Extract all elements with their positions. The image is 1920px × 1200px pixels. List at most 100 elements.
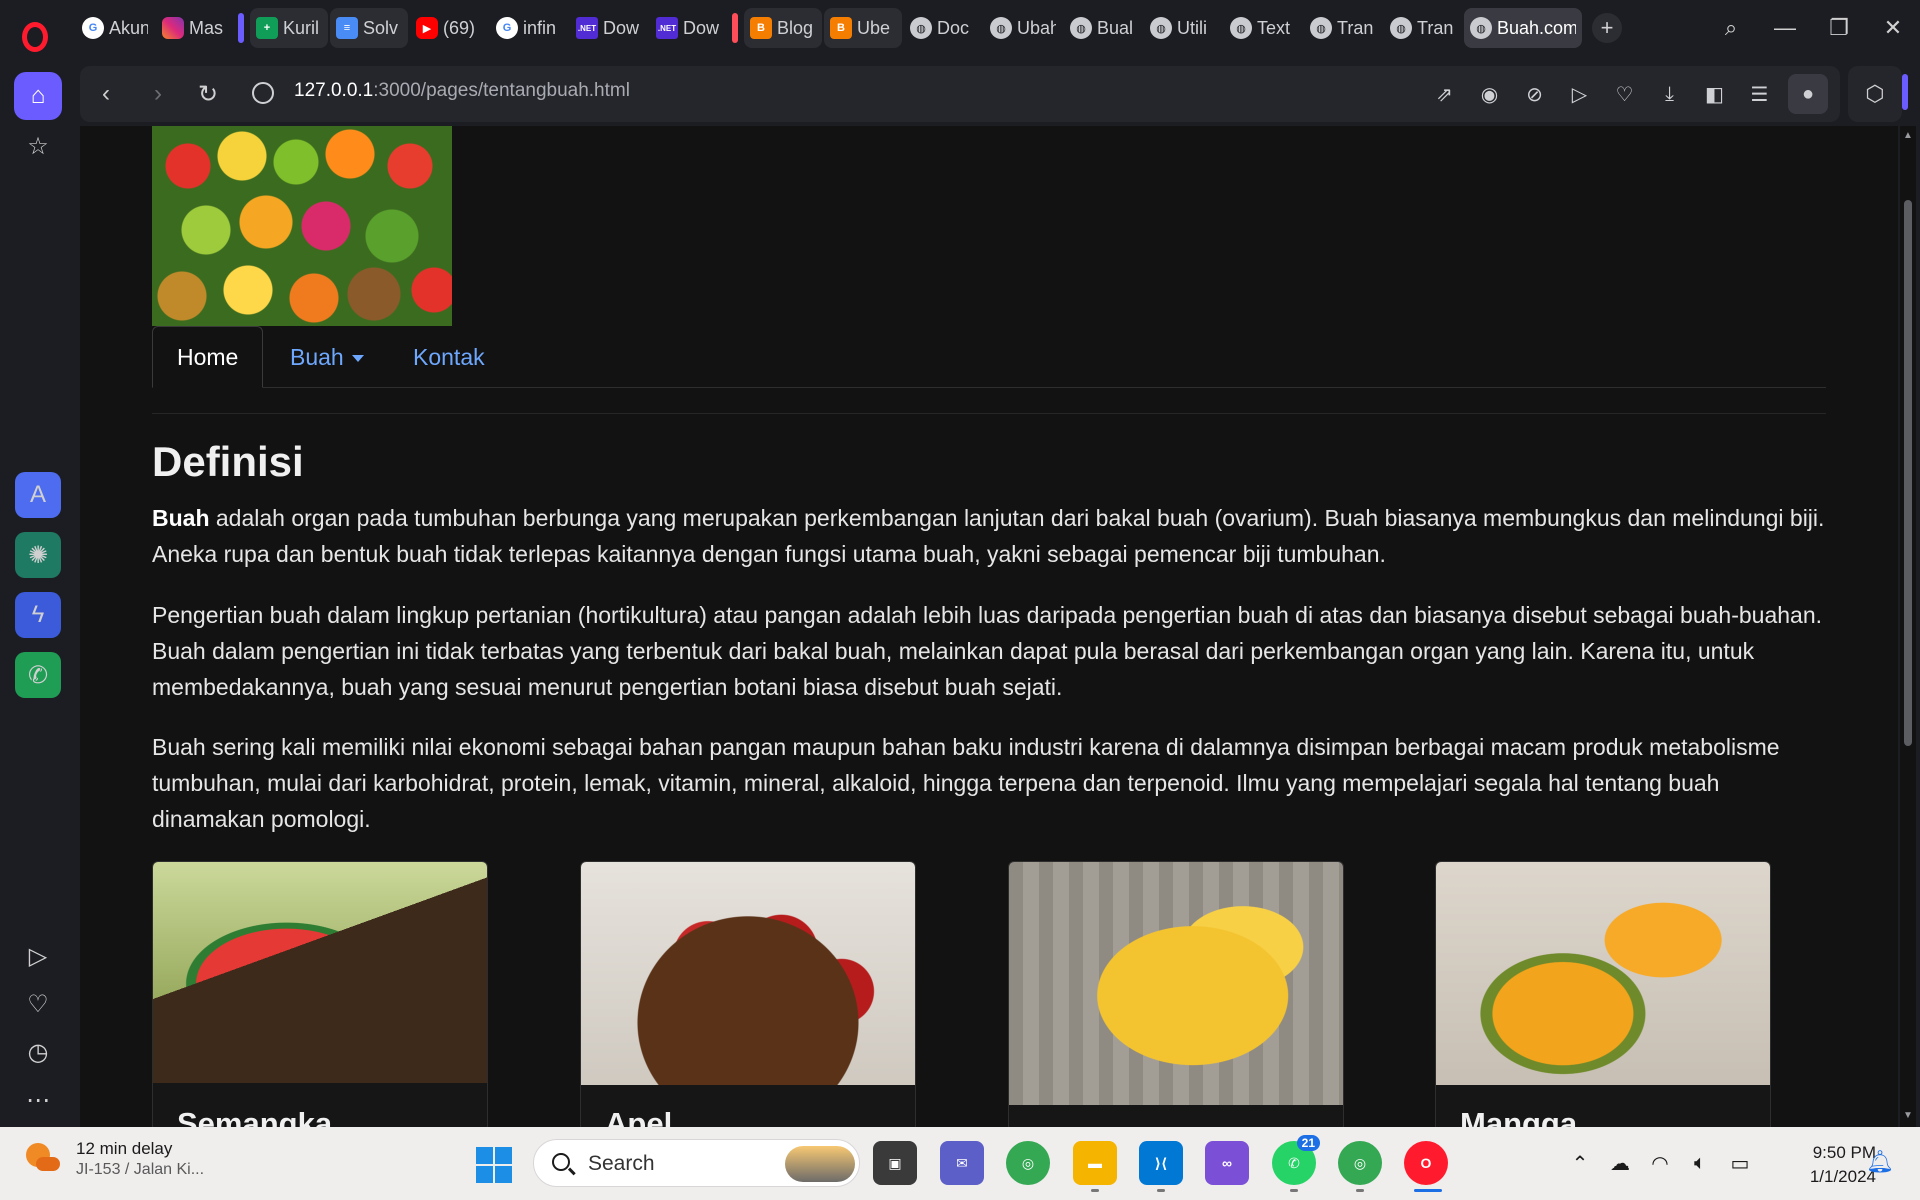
tab-group-marker[interactable] bbox=[732, 13, 738, 43]
chrome-profile-icon[interactable]: ◎ bbox=[1338, 1141, 1382, 1185]
share-icon[interactable]: ⇗ bbox=[1422, 74, 1467, 114]
chrome-icon[interactable]: ◎ bbox=[1006, 1141, 1050, 1185]
teams-icon[interactable]: ✉ bbox=[940, 1141, 984, 1185]
camera-icon[interactable]: ◉ bbox=[1467, 74, 1512, 114]
minimize-icon[interactable]: — bbox=[1758, 0, 1812, 56]
vscode-icon[interactable]: ⟩⟨ bbox=[1139, 1141, 1183, 1185]
battery-icon[interactable]: ▭ bbox=[1723, 1147, 1757, 1181]
easy-setup-icon[interactable]: ☰ bbox=[1737, 74, 1782, 114]
site-info-icon[interactable] bbox=[252, 82, 274, 104]
home-icon[interactable]: ⌂ bbox=[14, 72, 62, 120]
watermelon-image bbox=[153, 862, 487, 1083]
fruit-card-semangka[interactable]: Semangka bbox=[152, 861, 488, 1127]
dotnet-icon: .NET bbox=[576, 17, 598, 39]
tab-akun[interactable]: G Akun bbox=[76, 8, 154, 48]
forward-icon[interactable]: › bbox=[138, 74, 178, 114]
traffic-icon bbox=[22, 1139, 62, 1179]
bookmark-heart-icon[interactable]: ♡ bbox=[1602, 74, 1647, 114]
page-viewport: Home Buah Kontak Definisi Buah adalah or… bbox=[80, 126, 1898, 1127]
close-icon[interactable]: ✕ bbox=[1866, 0, 1920, 56]
url-field[interactable]: 127.0.0.1:3000/pages/tentangbuah.html bbox=[294, 80, 630, 102]
tab-buah-active[interactable]: ◍ Buah.com bbox=[1464, 8, 1582, 48]
browser-sidebar: ⌂ ☆ A ✺ ϟ ✆ ▷ ♡ ◷ ⋯ bbox=[0, 56, 76, 1127]
active-indicator bbox=[1414, 1189, 1442, 1192]
player-icon[interactable]: ▷ bbox=[14, 932, 62, 980]
tab-doc[interactable]: ◍ Doc bbox=[904, 8, 982, 48]
history-icon[interactable]: ◷ bbox=[14, 1028, 62, 1076]
site-navbar: Home Buah Kontak bbox=[152, 326, 1826, 388]
opera-taskbar-icon[interactable]: O bbox=[1404, 1141, 1448, 1185]
instagram-icon bbox=[162, 17, 184, 39]
tab-tran-2[interactable]: ◍ Tran bbox=[1384, 8, 1462, 48]
scroll-thumb[interactable] bbox=[1904, 200, 1912, 746]
nav-kontak[interactable]: Kontak bbox=[389, 326, 509, 388]
tab-utili[interactable]: ◍ Utili bbox=[1144, 8, 1222, 48]
page-scrollbar[interactable]: ▲ ▼ bbox=[1900, 126, 1916, 1127]
back-icon[interactable]: ‹ bbox=[86, 74, 126, 114]
profile-icon[interactable]: ● bbox=[1788, 74, 1828, 114]
opera-logo-icon[interactable] bbox=[22, 22, 48, 52]
tab-text[interactable]: ◍ Text bbox=[1224, 8, 1302, 48]
nav-buah-dropdown[interactable]: Buah bbox=[266, 326, 388, 388]
google-icon: G bbox=[82, 17, 104, 39]
restore-icon[interactable]: ❐ bbox=[1812, 0, 1866, 56]
heart-icon[interactable]: ♡ bbox=[14, 980, 62, 1028]
reload-icon[interactable]: ↻ bbox=[188, 74, 228, 114]
chevron-up-icon[interactable]: ⌃ bbox=[1563, 1147, 1597, 1181]
plus-icon: + bbox=[256, 17, 278, 39]
star-icon[interactable]: ☆ bbox=[14, 122, 62, 170]
file-explorer-icon[interactable]: ▬ bbox=[1073, 1141, 1117, 1185]
download-icon[interactable]: ⤓ bbox=[1647, 74, 1692, 114]
tab-infin[interactable]: Ginfin bbox=[490, 8, 568, 48]
wifi-icon[interactable]: ◠ bbox=[1643, 1147, 1677, 1181]
send-icon[interactable]: ▷ bbox=[1557, 74, 1602, 114]
traffic-widget[interactable]: 12 min delay JI-153 / Jalan Ki... bbox=[22, 1139, 204, 1179]
notification-bell-icon[interactable]: 🔔︎ bbox=[1866, 1149, 1894, 1175]
globe-icon: ◍ bbox=[1470, 17, 1492, 39]
extensions-icon[interactable]: ⬡ bbox=[1848, 66, 1902, 122]
tab-instagram[interactable]: Mas bbox=[156, 8, 234, 48]
tab-list: G Akun Mas + Kuril ≡ Solv ▶ (69) Ginfin .NET… bbox=[76, 6, 1622, 50]
start-icon[interactable] bbox=[476, 1147, 512, 1183]
nav-home[interactable]: Home bbox=[152, 326, 264, 388]
fruit-card-apel[interactable]: Apel bbox=[580, 861, 916, 1127]
new-tab-button[interactable]: + bbox=[1592, 13, 1622, 43]
fruit-card-banana[interactable] bbox=[1008, 861, 1344, 1127]
visual-studio-icon[interactable]: ∞ bbox=[1205, 1141, 1249, 1185]
chatgpt-icon[interactable]: ✺ bbox=[15, 532, 61, 578]
taskbar-search[interactable]: Search bbox=[533, 1139, 860, 1187]
aria-ai-icon[interactable]: A bbox=[15, 472, 61, 518]
page-heading: Definisi bbox=[152, 438, 304, 485]
fruit-card-mangga[interactable]: Mangga bbox=[1435, 861, 1771, 1127]
whatsapp-taskbar-icon[interactable]: ✆ 21 bbox=[1272, 1135, 1320, 1185]
tab-solv[interactable]: ≡ Solv bbox=[330, 8, 408, 48]
battery-saver-icon[interactable]: ◧ bbox=[1692, 74, 1737, 114]
tab-youtube[interactable]: ▶ (69) bbox=[410, 8, 488, 48]
globe-icon: ◍ bbox=[1390, 17, 1412, 39]
task-view-icon[interactable]: ▣ bbox=[873, 1141, 917, 1185]
onedrive-icon[interactable]: ☁ bbox=[1603, 1147, 1637, 1181]
mango-image bbox=[1436, 862, 1770, 1085]
globe-icon: ◍ bbox=[990, 17, 1012, 39]
tab-bual[interactable]: ◍ Bual bbox=[1064, 8, 1142, 48]
tab-ube[interactable]: B Ube bbox=[824, 8, 902, 48]
tab-strip: G Akun Mas + Kuril ≡ Solv ▶ (69) Ginfin .NET… bbox=[0, 0, 1920, 56]
messenger-icon[interactable]: ϟ bbox=[15, 592, 61, 638]
tab-tran-1[interactable]: ◍ Tran bbox=[1304, 8, 1382, 48]
clock[interactable]: 9:50 PM 1/1/2024 bbox=[1766, 1141, 1876, 1189]
volume-icon[interactable]: 🔈︎ bbox=[1683, 1147, 1717, 1181]
running-indicator bbox=[1356, 1189, 1364, 1192]
tab-dow-1[interactable]: .NET Dow bbox=[570, 8, 648, 48]
whatsapp-icon[interactable]: ✆ bbox=[15, 652, 61, 698]
scroll-down-icon[interactable]: ▼ bbox=[1903, 1110, 1913, 1121]
more-icon[interactable]: ⋯ bbox=[14, 1076, 62, 1124]
running-indicator bbox=[1157, 1189, 1165, 1192]
tab-kuril[interactable]: + Kuril bbox=[250, 8, 328, 48]
search-tabs-icon[interactable]: ⌕ bbox=[1704, 0, 1758, 56]
adblock-icon[interactable]: ⊘ bbox=[1512, 74, 1557, 114]
scroll-up-icon[interactable]: ▲ bbox=[1903, 130, 1913, 141]
tab-ubah[interactable]: ◍ Ubah bbox=[984, 8, 1062, 48]
tab-dow-2[interactable]: .NET Dow bbox=[650, 8, 728, 48]
tab-blog[interactable]: B Blog bbox=[744, 8, 822, 48]
tab-group-marker[interactable] bbox=[238, 13, 244, 43]
